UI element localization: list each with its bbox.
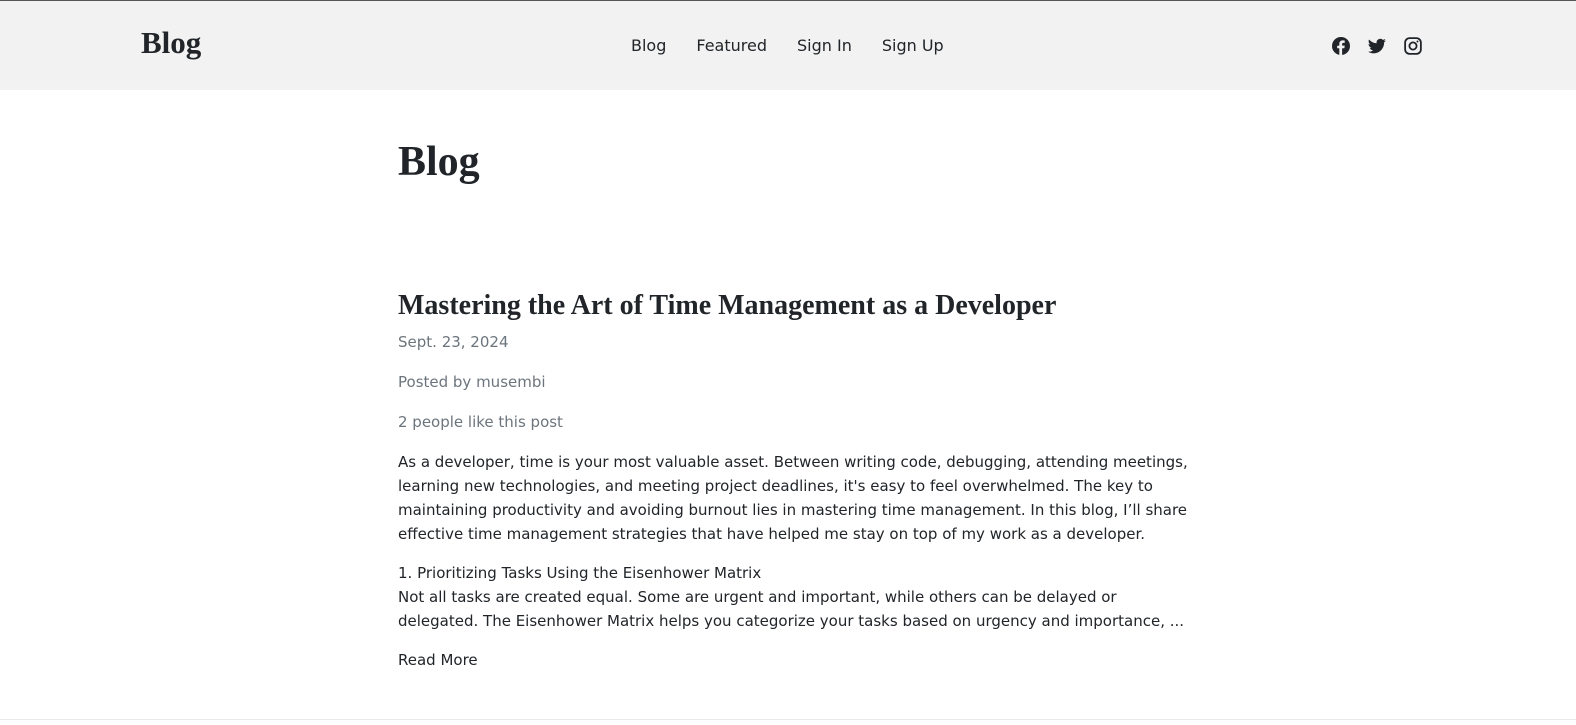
main-nav: Blog Featured Sign In Sign Up [616,35,959,57]
post-likes: 2 people like this post [398,413,563,431]
post-excerpt-section: 1. Prioritizing Tasks Using the Eisenhow… [398,561,1188,633]
nav-blog[interactable]: Blog [616,35,681,57]
facebook-icon[interactable] [1332,37,1350,55]
bottom-divider [0,719,1576,720]
nav-sign-up[interactable]: Sign Up [867,35,959,57]
post-date: Sept. 23, 2024 [398,333,509,351]
instagram-icon[interactable] [1404,37,1422,55]
twitter-icon[interactable] [1368,37,1386,55]
read-more-link[interactable]: Read More [398,648,478,672]
post-author: Posted by musembi [398,373,546,391]
post-excerpt-heading: 1. Prioritizing Tasks Using the Eisenhow… [398,564,762,582]
nav-sign-in[interactable]: Sign In [782,35,867,57]
post-excerpt-body: Not all tasks are created equal. Some ar… [398,588,1185,630]
blog-post: Mastering the Art of Time Management as … [398,286,1188,669]
post-title[interactable]: Mastering the Art of Time Management as … [398,286,1188,326]
social-links [1332,37,1422,55]
site-header: Blog Blog Featured Sign In Sign Up [0,1,1576,90]
page-title: Blog [398,139,480,185]
brand-logo[interactable]: Blog [141,25,201,61]
post-excerpt-intro: As a developer, time is your most valuab… [398,453,1188,543]
nav-featured[interactable]: Featured [681,35,782,57]
